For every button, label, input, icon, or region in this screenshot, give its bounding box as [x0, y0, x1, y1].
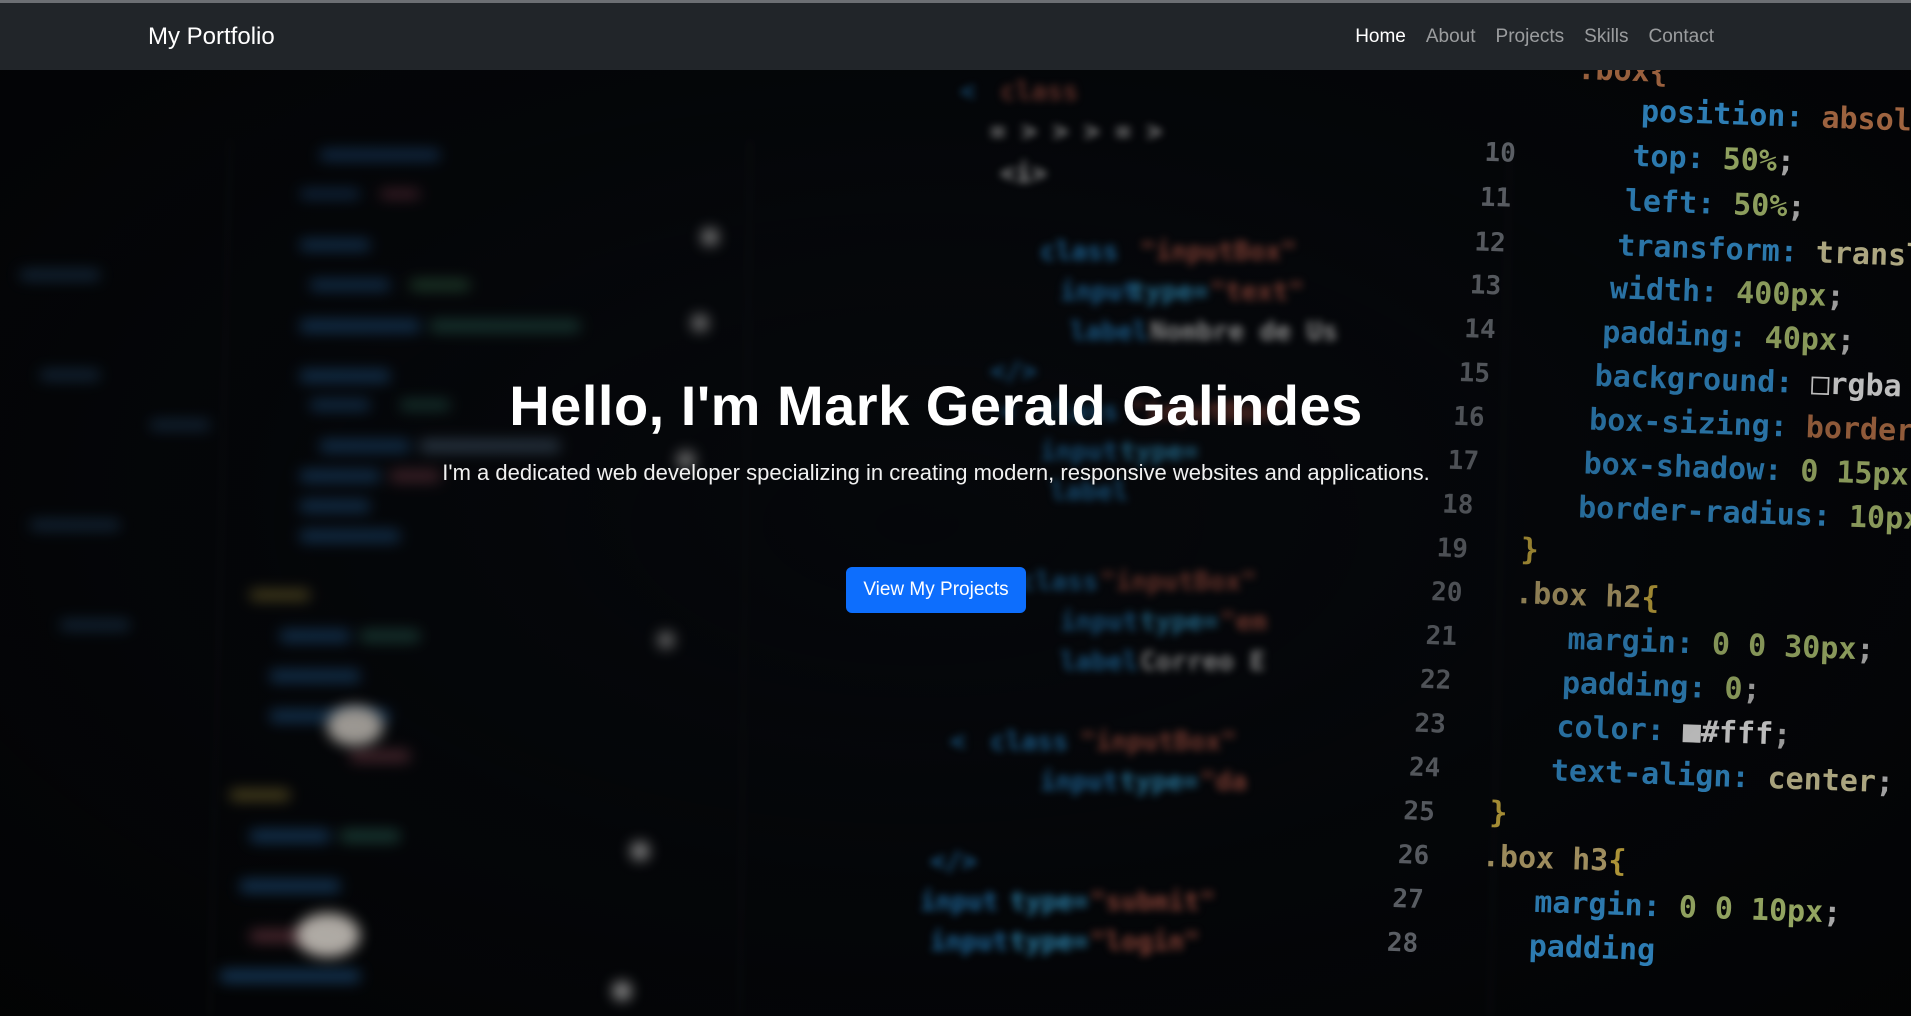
view-projects-button[interactable]: View My Projects	[846, 567, 1026, 613]
top-navbar: My Portfolio Home About Projects Skills …	[0, 0, 1911, 70]
nav-link-projects[interactable]: Projects	[1496, 26, 1565, 48]
hero-dark-overlay	[0, 70, 1911, 1016]
nav-link-about[interactable]: About	[1426, 26, 1476, 48]
nav-link-home[interactable]: Home	[1355, 26, 1406, 48]
brand-logo-link[interactable]: My Portfolio	[148, 23, 275, 51]
hero-title: Hello, I'm Mark Gerald Galindes	[509, 374, 1363, 437]
nav-links: Home About Projects Skills Contact	[1355, 26, 1714, 48]
nav-link-skills[interactable]: Skills	[1584, 26, 1628, 48]
nav-link-contact[interactable]: Contact	[1649, 26, 1714, 48]
hero-section: < class = > > > = > <i> class "inputBox"…	[0, 70, 1911, 1016]
hero-subtitle: I'm a dedicated web developer specializi…	[442, 460, 1430, 485]
portfolio-page: My Portfolio Home About Projects Skills …	[0, 0, 1911, 1016]
